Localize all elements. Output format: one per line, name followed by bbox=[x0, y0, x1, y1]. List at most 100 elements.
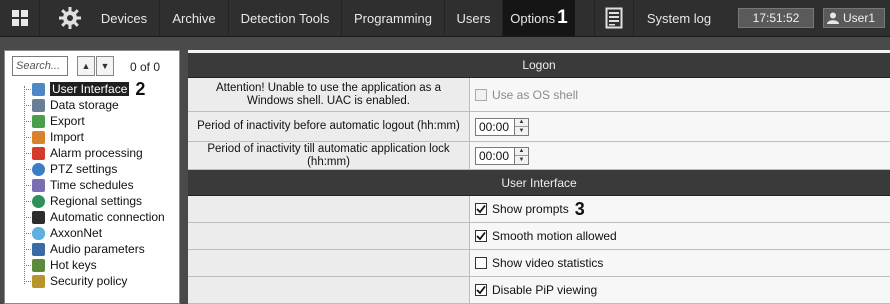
disable-pip-label: Disable PiP viewing bbox=[492, 283, 598, 297]
gear-icon bbox=[59, 7, 81, 29]
user-name: User1 bbox=[843, 11, 876, 25]
grid-menu-button[interactable] bbox=[0, 0, 40, 36]
system-log-icon-button[interactable] bbox=[594, 0, 634, 36]
auto-lock-label: Period of inactivity till automatic appl… bbox=[188, 142, 470, 170]
checkmark-icon bbox=[476, 231, 486, 241]
sidebar-item-ptz-settings[interactable]: PTZ settings bbox=[24, 161, 118, 177]
audio-icon bbox=[32, 242, 45, 256]
use-as-os-shell-checkbox[interactable] bbox=[475, 88, 487, 101]
sidebar-item-automatic-connection[interactable]: Automatic connection bbox=[24, 209, 165, 225]
show-prompts-checkbox[interactable] bbox=[475, 203, 487, 215]
auto-logout-label: Period of inactivity before automatic lo… bbox=[188, 112, 470, 142]
export-icon bbox=[32, 114, 45, 128]
section-header-logon: Logon bbox=[188, 53, 890, 78]
callout-number-2: 2 bbox=[135, 78, 146, 99]
tab-options-label: Options bbox=[510, 10, 556, 26]
connection-icon bbox=[32, 210, 45, 224]
storage-icon bbox=[32, 98, 45, 112]
empty-label-cell bbox=[188, 196, 470, 223]
cloud-icon bbox=[32, 226, 45, 240]
search-next-button[interactable]: ▼ bbox=[96, 56, 114, 76]
security-icon bbox=[32, 274, 45, 288]
alarm-icon bbox=[32, 146, 45, 160]
schedule-icon bbox=[32, 178, 45, 192]
tab-programming[interactable]: Programming bbox=[342, 0, 445, 36]
search-result-count: 0 of 0 bbox=[130, 60, 161, 74]
show-prompts-row: Show prompts 3 bbox=[470, 196, 890, 223]
options-content: Logon Attention! Unable to use the appli… bbox=[188, 50, 890, 304]
ptz-icon bbox=[32, 162, 45, 176]
sidebar-item-axxonnet[interactable]: AxxonNet bbox=[24, 225, 103, 241]
sidebar-item-label: Regional settings bbox=[50, 194, 143, 208]
sidebar-item-time-schedules[interactable]: Time schedules bbox=[24, 177, 134, 193]
callout-number-3: 3 bbox=[574, 198, 585, 219]
tab-devices[interactable]: Devices bbox=[89, 0, 160, 36]
sidebar-item-label: Export bbox=[50, 114, 85, 128]
tab-detection-tools[interactable]: Detection Tools bbox=[229, 0, 342, 36]
user-button[interactable]: User1 bbox=[823, 8, 885, 28]
search-prev-button[interactable]: ▲ bbox=[77, 56, 95, 76]
sidebar-item-audio-parameters[interactable]: Audio parameters bbox=[24, 241, 145, 257]
sidebar-item-label: Security policy bbox=[50, 274, 128, 288]
sidebar-item-label: User Interface bbox=[50, 82, 130, 96]
show-prompts-label: Show prompts bbox=[492, 202, 569, 216]
sidebar-item-regional-settings[interactable]: Regional settings bbox=[24, 193, 143, 209]
globe-icon bbox=[32, 194, 45, 208]
tab-options[interactable]: Options 1 bbox=[503, 0, 575, 36]
auto-logout-spinbox: ▲ ▼ bbox=[475, 117, 529, 136]
sidebar-item-user-interface[interactable]: User Interface 2 bbox=[24, 78, 146, 99]
sidebar-item-alarm-processing[interactable]: Alarm processing bbox=[24, 145, 143, 161]
auto-logout-time-input[interactable] bbox=[475, 117, 515, 136]
chevron-up-icon: ▲ bbox=[81, 61, 91, 71]
spin-down-icon[interactable]: ▼ bbox=[515, 155, 528, 164]
show-video-statistics-checkbox[interactable] bbox=[475, 257, 487, 269]
tab-archive[interactable]: Archive bbox=[160, 0, 229, 36]
empty-label-cell bbox=[188, 223, 470, 250]
sidebar-item-data-storage[interactable]: Data storage bbox=[24, 97, 119, 113]
log-document-icon bbox=[605, 7, 623, 29]
system-log-button[interactable]: System log bbox=[636, 0, 722, 36]
auto-lock-time-input[interactable] bbox=[475, 146, 515, 165]
sidebar-item-label: Data storage bbox=[50, 98, 119, 112]
sidebar-item-export[interactable]: Export bbox=[24, 113, 85, 129]
top-menu-bar: Devices Archive Detection Tools Programm… bbox=[0, 0, 890, 37]
tab-users[interactable]: Users bbox=[445, 0, 503, 36]
sidebar-item-label: Hot keys bbox=[50, 258, 97, 272]
settings-gear-button[interactable] bbox=[51, 0, 89, 36]
auto-lock-spinbox: ▲ ▼ bbox=[475, 146, 529, 165]
use-as-os-shell-row: Use as OS shell bbox=[470, 78, 890, 112]
sidebar-item-label: AxxonNet bbox=[50, 226, 103, 240]
auto-logout-row: ▲ ▼ bbox=[470, 112, 890, 142]
import-icon bbox=[32, 130, 45, 144]
grid-icon bbox=[11, 10, 28, 26]
show-video-statistics-row: Show video statistics bbox=[470, 250, 890, 277]
hotkeys-icon bbox=[32, 258, 45, 272]
spin-down-icon[interactable]: ▼ bbox=[515, 126, 528, 135]
section-header-user-interface: User Interface bbox=[188, 170, 890, 196]
smooth-motion-label: Smooth motion allowed bbox=[492, 229, 617, 243]
empty-label-cell bbox=[188, 250, 470, 277]
search-input[interactable] bbox=[12, 56, 68, 76]
disable-pip-checkbox[interactable] bbox=[475, 284, 487, 296]
sidebar-item-label: PTZ settings bbox=[50, 162, 118, 176]
sidebar-item-security-policy[interactable]: Security policy bbox=[24, 273, 128, 289]
options-sidebar: ▲ ▼ 0 of 0 User Interface 2 Data storage… bbox=[4, 50, 180, 304]
auto-lock-row: ▲ ▼ bbox=[470, 142, 890, 170]
clock-display: 17:51:52 bbox=[738, 8, 814, 28]
sidebar-item-label: Time schedules bbox=[50, 178, 134, 192]
show-video-statistics-label: Show video statistics bbox=[492, 256, 604, 270]
monitor-icon bbox=[32, 82, 45, 96]
sidebar-item-label: Import bbox=[50, 130, 85, 144]
sidebar-item-import[interactable]: Import bbox=[24, 129, 85, 145]
sidebar-item-label: Automatic connection bbox=[50, 210, 165, 224]
user-icon bbox=[827, 12, 839, 24]
disable-pip-row: Disable PiP viewing bbox=[470, 277, 890, 304]
checkmark-icon bbox=[476, 285, 486, 295]
spin-up-icon[interactable]: ▲ bbox=[515, 119, 528, 127]
smooth-motion-row: Smooth motion allowed bbox=[470, 223, 890, 250]
use-as-os-shell-label: Use as OS shell bbox=[492, 87, 579, 102]
spin-up-icon[interactable]: ▲ bbox=[515, 148, 528, 156]
smooth-motion-checkbox[interactable] bbox=[475, 230, 487, 242]
sidebar-item-hot-keys[interactable]: Hot keys bbox=[24, 257, 97, 273]
uac-warning-label: Attention! Unable to use the application… bbox=[188, 78, 470, 112]
